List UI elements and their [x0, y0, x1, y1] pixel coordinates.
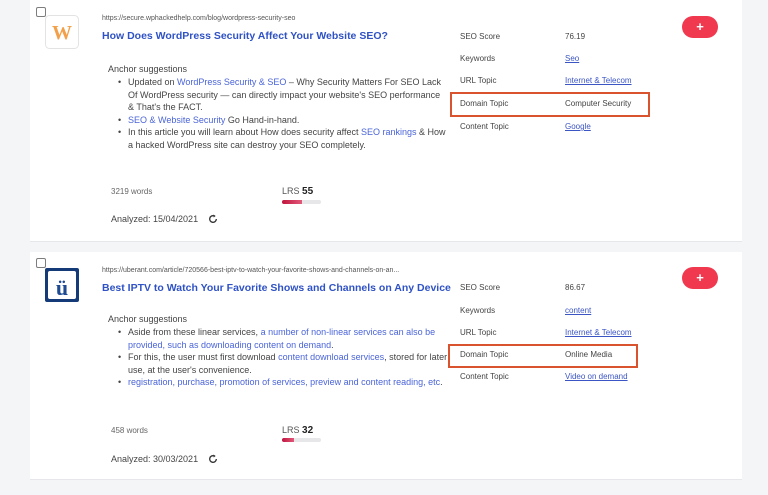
domain-topic-highlight [448, 344, 638, 368]
anchor-link[interactable]: WordPress Security & SEO [177, 77, 286, 87]
anchor-link[interactable]: SEO & Website Security [128, 115, 225, 125]
anchor-link[interactable]: registration, purchase, promotion of ser… [128, 377, 440, 387]
seo-score-value: 86.67 [565, 283, 586, 292]
keywords-label: Keywords [460, 54, 496, 63]
lrs-bar-fill [282, 438, 294, 442]
lrs-label: LRS [282, 425, 300, 435]
add-button[interactable]: + [682, 267, 718, 289]
add-button[interactable]: + [682, 16, 718, 38]
seo-score-label: SEO Score [460, 32, 501, 41]
lrs-bar [282, 438, 321, 442]
suggestion-text: For this, the user must first download [128, 352, 279, 362]
url-topic-label: URL Topic [460, 328, 497, 337]
keywords-link[interactable]: Seo [565, 54, 579, 63]
result-card: W https://secure.wphackedhelp.com/blog/w… [30, 0, 742, 242]
refresh-icon[interactable] [208, 454, 218, 464]
analyzed-date: Analyzed: 30/03/2021 [111, 454, 218, 464]
suggestion-text: Aside from these linear services, [128, 327, 261, 337]
analyzed-date: Analyzed: 15/04/2021 [111, 214, 218, 224]
analyzed-text: Analyzed: 15/04/2021 [111, 214, 199, 224]
lrs-bar [282, 200, 321, 204]
suggestion-text: In this article you will learn about How… [128, 127, 361, 137]
list-item: For this, the user must first download c… [118, 351, 448, 376]
uberant-logo: ü [45, 268, 79, 302]
anchor-suggestions-heading: Anchor suggestions [108, 64, 188, 74]
lrs-label: LRS [282, 186, 300, 196]
url-topic-label: URL Topic [460, 76, 497, 85]
list-item: In this article you will learn about How… [118, 126, 448, 151]
lrs-bar-fill [282, 200, 302, 204]
content-topic-label: Content Topic [460, 372, 509, 381]
content-topic-link[interactable]: Video on demand [565, 372, 628, 381]
suggestion-text: Go Hand-in-hand. [225, 114, 300, 125]
lrs-score: LRS 32 [282, 425, 313, 436]
seo-score-value: 76.19 [565, 32, 586, 41]
result-title[interactable]: Best IPTV to Watch Your Favorite Shows a… [102, 282, 451, 294]
list-item: Aside from these linear services, a numb… [118, 326, 448, 351]
anchor-link[interactable]: content download services [278, 352, 384, 362]
list-item: SEO & Website Security Go Hand-in-hand. [118, 114, 448, 127]
domain-topic-highlight [450, 92, 650, 117]
svg-text:W: W [52, 22, 72, 44]
lrs-value: 32 [302, 425, 314, 436]
refresh-icon[interactable] [208, 214, 218, 224]
keywords-label: Keywords [460, 306, 496, 315]
seo-score-label: SEO Score [460, 283, 501, 292]
wphackedhelp-logo: W [45, 15, 79, 49]
word-count: 3219 words [111, 187, 153, 196]
url-topic-link[interactable]: Internet & Telecom [565, 76, 632, 85]
anchor-link[interactable]: SEO rankings [361, 127, 417, 137]
url-topic-link[interactable]: Internet & Telecom [565, 328, 632, 337]
analyzed-text: Analyzed: 30/03/2021 [111, 454, 199, 464]
lrs-value: 55 [302, 186, 314, 197]
result-url[interactable]: https://uberant.com/article/720566-best-… [102, 267, 399, 274]
word-count: 458 words [111, 426, 148, 435]
suggestion-text: Updated on [128, 77, 178, 87]
select-checkbox[interactable] [36, 258, 46, 268]
suggestion-text: . [331, 339, 334, 350]
anchor-suggestions-heading: Anchor suggestions [108, 314, 188, 324]
svg-text:ü: ü [56, 275, 68, 300]
result-url[interactable]: https://secure.wphackedhelp.com/blog/wor… [102, 15, 295, 22]
lrs-score: LRS 55 [282, 186, 313, 197]
list-item: registration, purchase, promotion of ser… [118, 376, 448, 389]
result-card: ü https://uberant.com/article/720566-bes… [30, 252, 742, 480]
result-title[interactable]: How Does WordPress Security Affect Your … [102, 30, 388, 42]
suggestion-text: . [440, 377, 443, 387]
content-topic-label: Content Topic [460, 122, 509, 131]
list-item: Updated on WordPress Security & SEO – Wh… [118, 76, 448, 114]
keywords-link[interactable]: content [565, 306, 591, 315]
anchor-suggestions-list: Updated on WordPress Security & SEO – Wh… [118, 76, 448, 151]
content-topic-link[interactable]: Google [565, 122, 591, 131]
anchor-suggestions-list: Aside from these linear services, a numb… [118, 326, 448, 389]
